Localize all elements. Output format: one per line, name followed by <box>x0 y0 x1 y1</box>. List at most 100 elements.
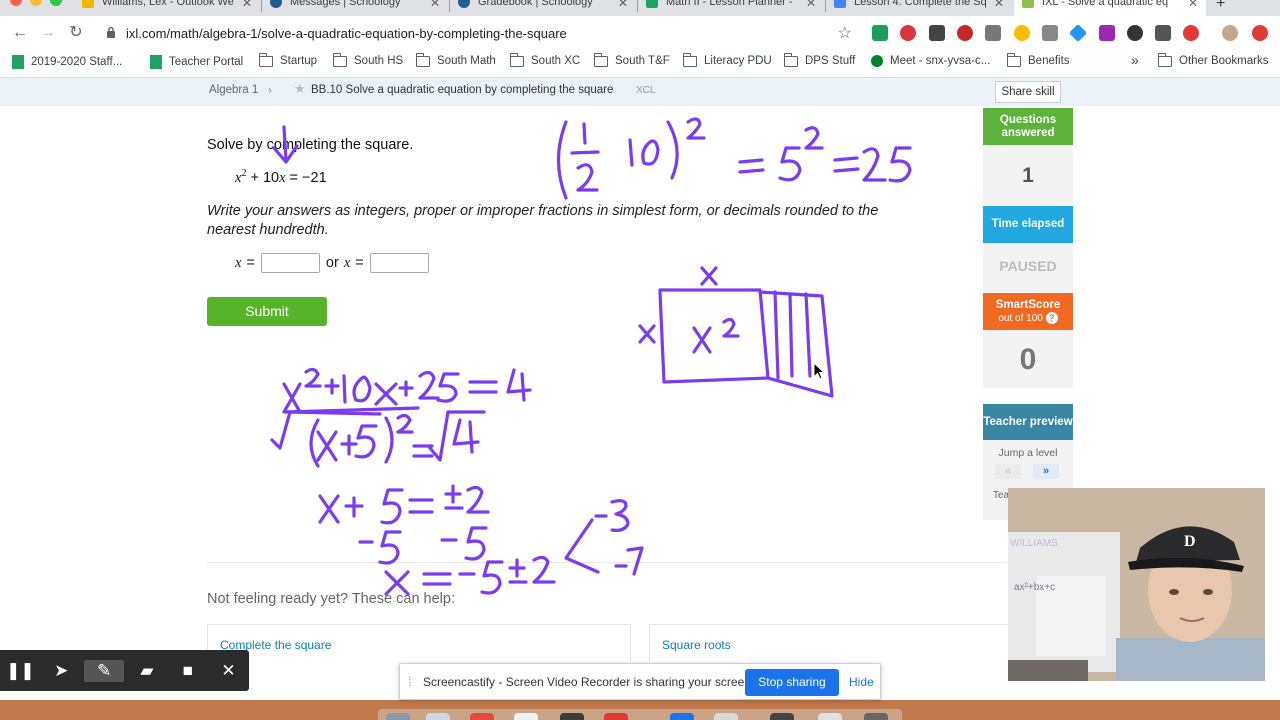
back-icon[interactable]: ← <box>10 23 30 43</box>
camera-icon[interactable]: ■ <box>167 650 208 691</box>
bookmark-item[interactable]: South T&F <box>594 52 670 67</box>
ink-sqrt <box>270 410 382 450</box>
jump-forward-button[interactable]: » <box>1033 464 1059 479</box>
submit-button[interactable]: Submit <box>207 297 327 326</box>
address-bar[interactable]: ixl.com/math/algebra-1/solve-a-quadratic… <box>98 21 860 45</box>
dock-app-icon[interactable] <box>470 713 494 720</box>
tab-outlook[interactable]: Williams, Lex - Outlook We ✕ <box>74 0 260 16</box>
tab-close-icon[interactable]: ✕ <box>430 0 440 10</box>
bookmark-item[interactable]: Benefits <box>1007 52 1070 67</box>
cursor-icon[interactable]: ➤ <box>41 650 82 691</box>
tab-lesson-planner[interactable]: Math II - Lesson Planner - ✕ <box>638 0 824 16</box>
help-icon[interactable]: ? <box>1045 311 1058 324</box>
bookmark-item[interactable]: DPS Stuff <box>784 52 856 67</box>
stop-sharing-button[interactable]: Stop sharing <box>745 669 839 696</box>
dock-app-icon[interactable] <box>604 713 628 720</box>
extension-icon[interactable] <box>900 25 916 41</box>
other-bookmarks[interactable]: Other Bookmarks <box>1158 52 1269 67</box>
pause-icon[interactable]: ❚❚ <box>0 650 41 691</box>
highlighter-icon[interactable]: ▰ <box>126 650 167 691</box>
screencastify-icon[interactable] <box>1252 25 1268 41</box>
questions-answered-label: Questions answered <box>999 113 1057 139</box>
dock <box>378 709 902 720</box>
pen-icon[interactable]: ✎ <box>83 659 125 682</box>
forward-icon[interactable]: → <box>38 23 58 43</box>
folder-icon <box>683 52 697 67</box>
ixl-icon <box>1022 0 1034 8</box>
extension-icon[interactable] <box>1155 25 1171 41</box>
help-card-square-roots[interactable]: Square roots <box>649 624 1009 664</box>
more-bookmarks-button[interactable]: » <box>1131 52 1139 68</box>
minimize-window-icon[interactable] <box>30 0 42 6</box>
tab-lesson-4[interactable]: Lesson 4: Complete the Sq ✕ <box>826 0 1012 16</box>
extension-icon[interactable] <box>985 25 1001 41</box>
dock-app-icon[interactable] <box>670 713 694 720</box>
help-link[interactable]: Square roots <box>662 638 731 652</box>
tab-close-icon[interactable]: ✕ <box>1188 0 1198 10</box>
folder-icon <box>333 52 347 67</box>
jump-back-button[interactable]: « <box>995 464 1021 479</box>
extension-icon[interactable] <box>1099 25 1115 41</box>
dock-app-icon[interactable] <box>818 713 842 720</box>
breadcrumb: Algebra 1 › ★ BB.10 Solve a quadratic eq… <box>0 78 1280 106</box>
reload-icon[interactable]: ↻ <box>66 23 86 43</box>
bookmark-item[interactable]: Startup <box>259 52 317 67</box>
favorite-star-icon[interactable]: ★ <box>294 81 306 97</box>
tab-close-icon[interactable]: ✕ <box>618 0 628 10</box>
ink-branch <box>564 518 600 574</box>
bookmark-star-icon[interactable]: ☆ <box>838 23 852 43</box>
tab-close-icon[interactable]: ✕ <box>806 0 816 10</box>
hide-button[interactable]: Hide <box>849 675 874 689</box>
ink-strips <box>758 290 834 398</box>
ink-underline <box>284 406 420 414</box>
tab-messages-schoology[interactable]: Messages | Schoology ✕ <box>262 0 448 16</box>
dock-app-icon[interactable] <box>770 713 794 720</box>
bookmark-item[interactable]: Teacher Portal <box>150 55 243 69</box>
ink-five <box>354 424 378 459</box>
folder-icon <box>416 52 430 67</box>
extension-icon[interactable] <box>929 25 945 41</box>
new-tab-button[interactable]: + <box>1216 0 1225 13</box>
bookmark-item[interactable]: South XC <box>510 52 580 67</box>
tab-close-icon[interactable]: ✕ <box>994 0 1004 10</box>
close-icon[interactable]: ✕ <box>208 650 249 691</box>
close-window-icon[interactable] <box>10 0 22 6</box>
dock-app-icon[interactable] <box>514 713 538 720</box>
dock-app-icon[interactable] <box>560 713 584 720</box>
tab-close-icon[interactable]: ✕ <box>242 0 252 10</box>
extension-icon[interactable] <box>1068 23 1088 43</box>
bookmark-item[interactable]: Literacy PDU <box>683 52 772 67</box>
bookmark-item[interactable]: Meet - snx-yvsa-c... <box>871 55 990 67</box>
answer-input-2[interactable] <box>369 253 429 273</box>
bookmark-item[interactable]: 2019-2020 Staff... <box>12 55 122 69</box>
bookmark-label: DPS Stuff <box>805 55 856 67</box>
ink-two-sup <box>304 367 322 388</box>
bookmark-label: Other Bookmarks <box>1179 55 1269 67</box>
chrome-icon[interactable] <box>1014 25 1030 41</box>
ink-x <box>316 430 338 462</box>
extension-icon[interactable] <box>1042 25 1058 41</box>
dock-app-icon[interactable] <box>386 713 410 720</box>
extension-icon[interactable] <box>1127 25 1143 41</box>
breadcrumb-subject[interactable]: Algebra 1 <box>209 84 258 96</box>
tab-ixl[interactable]: IXL - Solve a quadratic eq ✕ <box>1014 0 1206 16</box>
drag-handle-icon[interactable]: ⁞ <box>408 674 412 689</box>
extension-icon[interactable] <box>1183 25 1199 41</box>
folder-icon <box>784 52 798 67</box>
answer-input-1[interactable] <box>260 253 320 273</box>
profile-avatar[interactable] <box>1222 25 1238 41</box>
maximize-window-icon[interactable] <box>50 0 62 6</box>
whiteboard-heading: WILLIAMS <box>1010 538 1058 549</box>
extension-icon[interactable] <box>957 25 973 41</box>
ink-x <box>318 494 340 524</box>
share-skill-button[interactable]: Share skill <box>995 81 1061 103</box>
dock-app-icon[interactable] <box>426 713 450 720</box>
help-card-complete-square[interactable]: Complete the square <box>207 624 631 664</box>
bookmark-item[interactable]: South Math <box>416 52 496 67</box>
dock-app-icon[interactable] <box>864 713 888 720</box>
dock-app-icon[interactable] <box>714 713 738 720</box>
tab-gradebook-schoology[interactable]: Gradebook | Schoology ✕ <box>450 0 636 16</box>
bookmark-item[interactable]: South HS <box>333 52 403 67</box>
cast-extension-icon[interactable] <box>872 25 888 41</box>
answer-row: x = or x = <box>235 253 435 273</box>
